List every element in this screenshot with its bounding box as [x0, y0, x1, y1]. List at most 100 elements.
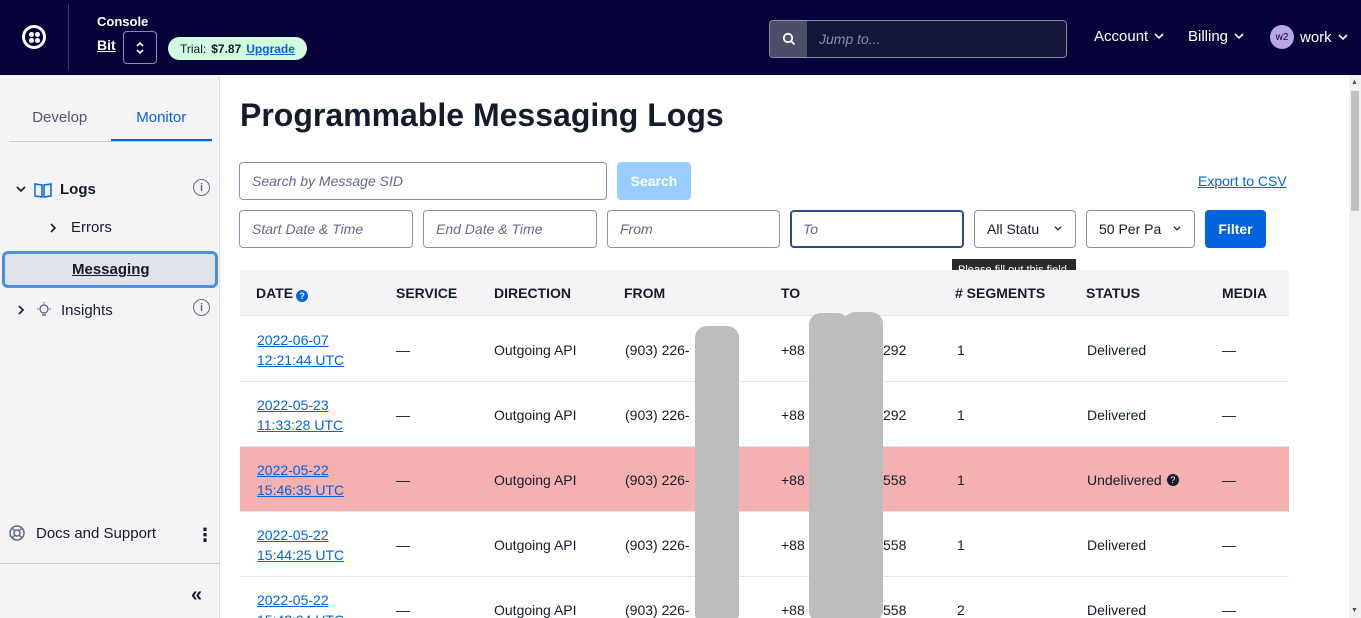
status-select-value: All Statu [987, 221, 1040, 237]
column-header-from: FROM [624, 285, 666, 301]
scroll-up-arrow-icon[interactable]: ▲ [1351, 79, 1358, 86]
table-row[interactable]: 2022-06-07 12:21:44 UTC — Outgoing API (903)… [240, 317, 1289, 382]
account-menu-label: Account [1094, 28, 1149, 45]
media-cell: — [1222, 536, 1236, 553]
workspace-menu[interactable]: w2 work [1270, 25, 1348, 49]
sidebar: Develop Monitor Logs i Errors Messaging … [0, 75, 220, 618]
column-header-to: TO [781, 285, 801, 301]
sidebar-item-messaging[interactable]: Messaging [2, 251, 218, 288]
export-csv-link[interactable]: Export to CSV [1198, 173, 1287, 189]
tab-develop[interactable]: Develop [9, 109, 111, 141]
more-options-icon[interactable]: ⋮ [196, 525, 214, 546]
scrollbar-thumb[interactable] [1351, 91, 1359, 211]
date-link[interactable]: 2022-05-2215:42:04 UTC [257, 577, 344, 618]
status-select[interactable]: All Statu [974, 210, 1076, 248]
to-cell-prefix: +88 [781, 536, 805, 553]
column-header-status: STATUS [1086, 285, 1140, 301]
start-date-input[interactable] [239, 210, 413, 248]
twilio-logo-icon[interactable] [22, 25, 46, 49]
service-cell: — [396, 471, 410, 488]
sidebar-item-label: Insights [61, 301, 113, 319]
help-icon[interactable]: ? [296, 290, 309, 302]
sidebar-item-label: Errors [71, 219, 112, 236]
table-row[interactable]: 2022-05-23 11:33:28 UTC — Outgoing API (903)… [240, 382, 1289, 447]
trial-badge: Trial: $7.87 Upgrade [168, 37, 307, 60]
to-cell-suffix: 292 [883, 341, 907, 358]
end-date-input[interactable] [423, 210, 597, 248]
direction-cell: Outgoing API [494, 341, 577, 358]
direction-cell: Outgoing API [494, 601, 577, 618]
info-icon[interactable]: i [193, 179, 210, 196]
chevron-down-icon [1234, 33, 1244, 40]
upgrade-link[interactable]: Upgrade [246, 42, 295, 56]
column-header-media: MEDIA [1222, 285, 1268, 301]
table-header: DATE? SERVICE DIRECTION FROM TO # SEGMEN… [240, 270, 1289, 316]
chevron-down-icon [16, 186, 26, 193]
trial-amount: $7.87 [211, 41, 242, 56]
tab-monitor[interactable]: Monitor [110, 109, 212, 141]
column-header-segments: # SEGMENTS [955, 285, 1046, 301]
sidebar-item-logs[interactable]: Logs [16, 181, 96, 198]
from-cell: (903) 226- [625, 536, 690, 553]
status-cell: Delivered [1087, 341, 1147, 358]
page-scrollbar[interactable]: ▲ ▼ [1349, 75, 1361, 618]
status-cell: Delivered [1087, 536, 1147, 553]
segments-cell: 1 [957, 341, 965, 358]
jump-to-search [769, 20, 1067, 58]
service-cell: — [396, 536, 410, 553]
chevron-right-icon [18, 305, 25, 315]
search-icon[interactable] [770, 21, 807, 57]
collapse-sidebar-icon[interactable]: « [191, 584, 202, 607]
to-input[interactable] [790, 210, 964, 248]
jump-to-input[interactable] [807, 21, 1066, 57]
top-bar: Console Bit Trial: $7.87 Upgrade Account… [0, 0, 1361, 75]
date-link[interactable]: 2022-05-22 15:44:25 UTC [257, 512, 344, 577]
table-row[interactable]: 2022-05-2215:42:04 UTC — Outgoing API (903)… [240, 577, 1289, 618]
service-cell: — [396, 341, 410, 358]
direction-cell: Outgoing API [494, 406, 577, 423]
message-sid-search-input[interactable] [239, 162, 607, 200]
header-divider [68, 4, 69, 70]
per-page-select[interactable]: 50 Per Pa [1086, 210, 1195, 248]
account-name-link[interactable]: Bit [97, 37, 116, 53]
to-cell-suffix: 292 [883, 406, 907, 423]
direction-cell: Outgoing API [494, 471, 577, 488]
chevron-down-icon [1166, 222, 1184, 236]
billing-menu[interactable]: Billing [1188, 28, 1244, 45]
redaction-overlay [843, 312, 883, 618]
search-button[interactable]: Search [617, 162, 691, 200]
scroll-down-arrow-icon[interactable]: ▼ [1351, 607, 1358, 614]
from-input[interactable] [607, 210, 780, 248]
to-cell-suffix: 558 [883, 536, 907, 553]
page-title: Programmable Messaging Logs [240, 97, 724, 133]
sidebar-item-label: Logs [60, 181, 96, 198]
sidebar-item-errors[interactable]: Errors [50, 219, 112, 236]
date-link[interactable]: 2022-05-23 11:33:28 UTC [257, 382, 343, 447]
docs-label: Docs and Support [36, 524, 157, 542]
table-row[interactable]: 2022-05-22 15:44:25 UTC — Outgoing API (903)… [240, 512, 1289, 577]
date-link[interactable]: 2022-06-07 12:21:44 UTC [257, 317, 344, 382]
to-cell-prefix: +88 [781, 601, 805, 618]
account-switcher-button[interactable] [123, 31, 157, 64]
column-header-date[interactable]: DATE? [256, 285, 309, 302]
status-cell: Delivered [1087, 406, 1147, 423]
lightbulb-icon [37, 302, 51, 316]
service-cell: — [396, 406, 410, 423]
sidebar-item-insights[interactable]: Insights [18, 301, 113, 319]
book-icon [34, 182, 52, 198]
info-icon[interactable]: i [193, 299, 210, 316]
docs-and-support-link[interactable]: Docs and Support [8, 524, 156, 542]
status-cell: Delivered [1087, 601, 1147, 618]
media-cell: — [1222, 406, 1236, 423]
from-cell: (903) 226- [625, 471, 690, 488]
chevron-right-icon [50, 222, 57, 233]
segments-cell: 1 [957, 471, 965, 488]
help-icon[interactable]: ? [1166, 473, 1179, 486]
account-menu[interactable]: Account [1094, 28, 1164, 45]
table-row[interactable]: 2022-05-22 15:46:35 UTC — Outgoing API (903)… [240, 447, 1289, 512]
to-cell-suffix: 558 [883, 471, 907, 488]
chevron-down-icon [1338, 33, 1348, 40]
filter-button[interactable]: Filter [1205, 210, 1266, 248]
segments-cell: 2 [957, 601, 965, 618]
date-link[interactable]: 2022-05-22 15:46:35 UTC [257, 447, 344, 512]
